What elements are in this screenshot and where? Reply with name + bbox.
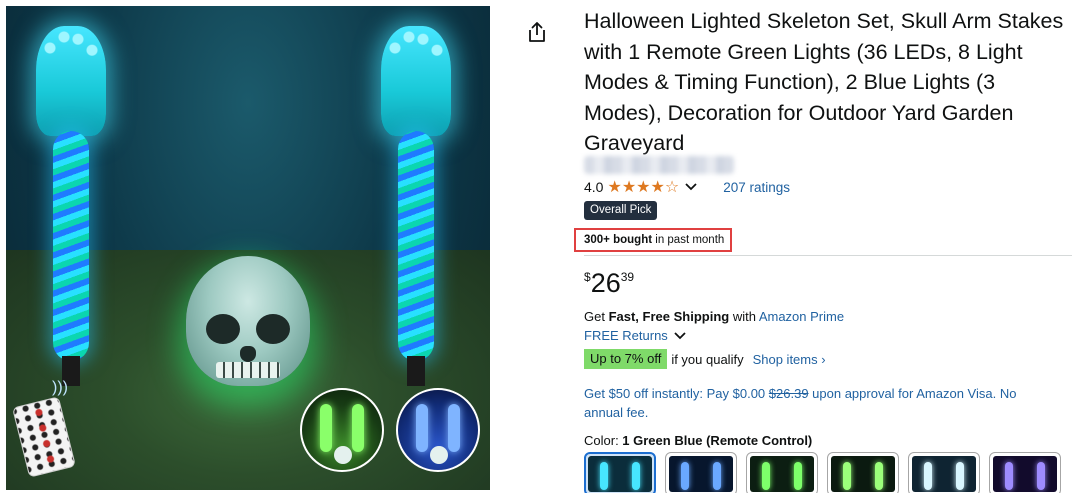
overall-pick-badge[interactable]: Overall Pick (584, 201, 658, 220)
color-swatch[interactable] (908, 452, 980, 493)
share-icon[interactable] (526, 20, 548, 44)
chevron-down-icon[interactable] (674, 329, 686, 343)
price: $2639 (584, 266, 634, 300)
discount-badge: Up to 7% off (584, 349, 668, 369)
shipping-info: Get Fast, Free Shipping with Amazon Prim… (584, 309, 844, 324)
divider (584, 255, 1072, 256)
rating-value: 4.0 (584, 179, 604, 195)
bought-count: 300+ bought (584, 234, 653, 246)
qualify-text: if you qualify (671, 351, 744, 367)
promo-row: Up to 7% off if you qualify Shop items › (584, 349, 826, 369)
shipping-bold: Fast, Free Shipping (608, 309, 730, 324)
rating-row: 4.0 ★★★★☆ 207 ratings (584, 177, 790, 197)
blue-light-inset (396, 388, 480, 472)
price-fraction: 39 (620, 270, 635, 284)
skeleton-arm-left (36, 26, 106, 386)
color-label-prefix: Color: (584, 433, 623, 448)
signal-icon: ))) (52, 379, 68, 396)
shop-items-link[interactable]: Shop items › (753, 352, 826, 367)
color-swatch[interactable] (665, 452, 737, 493)
color-label: Color: 1 Green Blue (Remote Control) (584, 433, 812, 448)
star-rating-icon[interactable]: ★★★★☆ (607, 177, 679, 197)
price-whole: 26 (590, 268, 621, 298)
skull (186, 256, 310, 386)
color-swatch[interactable] (827, 452, 899, 493)
amazon-prime-link[interactable]: Amazon Prime (759, 309, 844, 324)
color-swatches (584, 452, 1061, 493)
product-title: Halloween Lighted Skeleton Set, Skull Ar… (584, 9, 1064, 155)
visa-strike-price[interactable]: $26.39 (769, 386, 809, 401)
store-link-blurred[interactable] (584, 156, 734, 174)
visa-offer-text[interactable]: Get $50 off instantly: Pay $0.00 (584, 386, 769, 401)
color-swatch[interactable] (746, 452, 818, 493)
bought-period: in past month (652, 234, 725, 246)
visa-offer-link[interactable]: Get $50 off instantly: Pay $0.00 $26.39 … (584, 384, 1054, 422)
bought-past-month: 300+ bought in past month (574, 228, 732, 252)
shipping-prefix: Get (584, 309, 609, 324)
main-product-image[interactable]: ))) (6, 6, 490, 490)
chevron-down-icon[interactable] (685, 180, 697, 194)
free-returns-label[interactable]: FREE Returns (584, 328, 668, 343)
green-light-inset (300, 388, 384, 472)
ratings-count-link[interactable]: 207 ratings (723, 180, 790, 195)
shipping-middle: with (729, 309, 759, 324)
color-selected-value: 1 Green Blue (Remote Control) (622, 433, 813, 448)
price-currency: $ (584, 270, 591, 284)
free-returns[interactable]: FREE Returns (584, 328, 686, 343)
color-swatch[interactable] (989, 452, 1061, 493)
skeleton-arm-right (381, 26, 451, 386)
color-swatch-selected[interactable] (584, 452, 656, 493)
